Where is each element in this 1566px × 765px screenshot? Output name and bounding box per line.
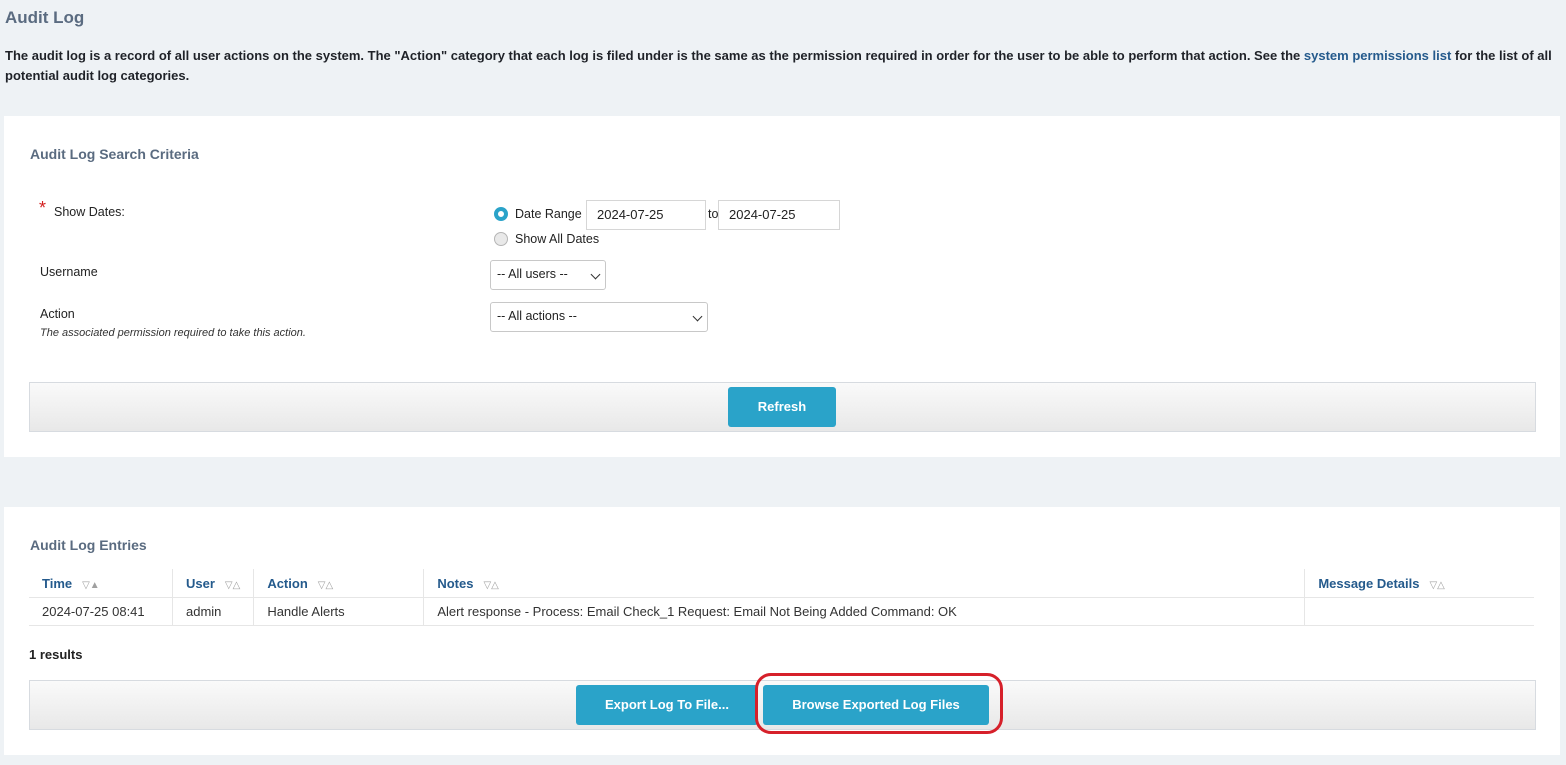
date-from-input[interactable]: 2024-07-25 — [586, 200, 706, 230]
action-hint: The associated permission required to ta… — [40, 327, 306, 339]
sort-icon[interactable]: ▽▲ — [82, 580, 100, 591]
column-header-time[interactable]: Time ▽▲ — [29, 569, 173, 598]
column-header-label: Time — [42, 575, 73, 591]
results-count: 1 results — [29, 647, 83, 662]
audit-log-table: Time ▽▲ User ▽△ Action ▽△ Notes ▽△ Message D… — [29, 569, 1534, 626]
show-all-dates-radio[interactable] — [494, 232, 508, 246]
date-range-label[interactable]: Date Range — [515, 207, 582, 221]
search-button-bar: Refresh — [29, 382, 1536, 432]
table-header-row: Time ▽▲ User ▽△ Action ▽△ Notes ▽△ Message D… — [29, 569, 1534, 598]
show-dates-label: Show Dates: — [54, 205, 125, 219]
date-range-radio[interactable] — [494, 207, 508, 221]
column-header-action[interactable]: Action ▽△ — [253, 569, 425, 598]
search-criteria-panel: Audit Log Search Criteria * Show Dates: … — [4, 116, 1560, 457]
action-label: Action — [40, 307, 75, 321]
sort-icon[interactable]: ▽△ — [1429, 580, 1444, 591]
column-header-label: User — [186, 575, 215, 591]
date-to-input[interactable]: 2024-07-25 — [718, 200, 840, 230]
column-header-user[interactable]: User ▽△ — [172, 569, 255, 598]
chevron-down-icon — [692, 311, 703, 322]
browse-exported-logs-button[interactable]: Browse Exported Log Files — [763, 685, 989, 725]
system-permissions-link[interactable]: system permissions list — [1304, 48, 1451, 63]
refresh-button[interactable]: Refresh — [728, 387, 836, 427]
cell-user: admin — [172, 597, 255, 626]
sort-icon[interactable]: ▽△ — [318, 580, 333, 591]
action-select[interactable]: -- All actions -- — [490, 302, 708, 332]
cell-action: Handle Alerts — [253, 597, 425, 626]
export-log-button[interactable]: Export Log To File... — [576, 685, 758, 725]
cell-message-details — [1304, 597, 1534, 626]
intro-strong: user — [192, 48, 221, 63]
username-select[interactable]: -- All users -- — [490, 260, 606, 290]
to-label: to — [708, 207, 719, 221]
intro-part1: The audit log is a record of all — [5, 48, 193, 63]
entries-title: Audit Log Entries — [30, 537, 147, 553]
sort-icon[interactable]: ▽△ — [225, 580, 240, 591]
column-header-notes[interactable]: Notes ▽△ — [423, 569, 1306, 598]
required-indicator: * — [39, 198, 47, 218]
column-header-label: Message Details — [1318, 575, 1420, 591]
column-header-label: Notes — [437, 575, 474, 591]
intro-text: The audit log is a record of all user ac… — [5, 46, 1560, 86]
sort-icon[interactable]: ▽△ — [483, 580, 498, 591]
column-header-message-details[interactable]: Message Details ▽△ — [1304, 569, 1534, 598]
username-label: Username — [40, 265, 98, 279]
intro-part2: actions on the system. The "Action" cate… — [220, 48, 1304, 63]
username-select-value: -- All users -- — [497, 267, 568, 281]
action-select-value: -- All actions -- — [497, 309, 577, 323]
page-title: Audit Log — [5, 8, 85, 27]
search-criteria-title: Audit Log Search Criteria — [30, 146, 199, 162]
cell-notes: Alert response - Process: Email Check_1 … — [423, 597, 1306, 626]
cell-time: 2024-07-25 08:41 — [29, 597, 173, 626]
column-header-label: Action — [267, 575, 308, 591]
show-all-dates-label[interactable]: Show All Dates — [515, 232, 599, 246]
chevron-down-icon — [590, 269, 601, 280]
entries-panel: Audit Log Entries Time ▽▲ User ▽△ Action ▽△… — [4, 507, 1560, 755]
entries-button-bar: Export Log To File... Browse Exported Lo… — [29, 680, 1536, 730]
table-row: 2024-07-25 08:41 admin Handle Alerts Ale… — [29, 597, 1534, 626]
